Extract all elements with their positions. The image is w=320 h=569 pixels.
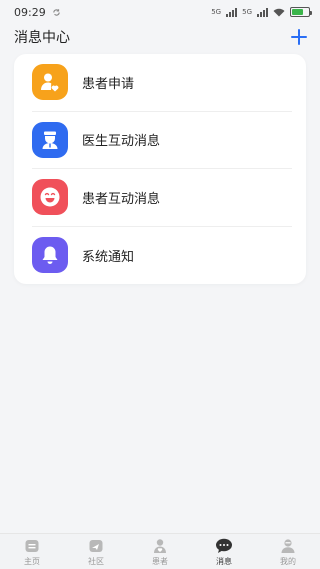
status-left: 09:29 xyxy=(14,6,61,19)
message-item-label: 医生互动消息 xyxy=(82,134,161,150)
header: 消息中心 xyxy=(0,24,320,50)
tab-label: 主页 xyxy=(24,556,40,566)
tab-label: 消息 xyxy=(216,556,232,566)
tab-community[interactable]: 社区 xyxy=(66,537,126,567)
signal-1-icon xyxy=(226,7,238,17)
smile-face-icon xyxy=(32,179,68,216)
message-item-label: 患者申请 xyxy=(82,76,135,92)
signal-1-label: 5G xyxy=(211,8,222,16)
message-item-system-notice[interactable]: 系统通知 xyxy=(32,227,292,285)
message-item-patient-interaction[interactable]: 患者互动消息 xyxy=(32,169,292,227)
clock: 09:29 xyxy=(14,5,46,19)
message-list: 患者申请 医生互动消息 患者互动消息 系统通知 xyxy=(14,54,306,284)
chat-icon xyxy=(215,537,233,555)
home-icon xyxy=(23,537,41,555)
tab-bar: 主页 社区 患者 消息 我的 xyxy=(0,533,320,569)
add-button[interactable] xyxy=(290,28,308,46)
bell-icon xyxy=(32,237,68,274)
tab-patient[interactable]: 患者 xyxy=(130,537,190,567)
doctor-icon xyxy=(32,121,68,158)
tab-label: 患者 xyxy=(152,556,168,566)
battery-icon xyxy=(290,7,312,17)
tab-messages[interactable]: 消息 xyxy=(194,537,254,567)
status-bar: 09:29 5G 5G xyxy=(0,0,320,24)
message-item-label: 患者互动消息 xyxy=(82,191,161,207)
tab-profile[interactable]: 我的 xyxy=(258,537,318,567)
profile-icon xyxy=(279,537,297,555)
patient-icon xyxy=(151,537,169,555)
page-title: 消息中心 xyxy=(14,30,70,46)
message-item-patient-request[interactable]: 患者申请 xyxy=(32,54,292,112)
status-right: 5G 5G xyxy=(211,7,312,17)
tab-home[interactable]: 主页 xyxy=(2,537,62,567)
message-item-label: 系统通知 xyxy=(82,249,135,265)
sync-icon xyxy=(52,8,60,16)
patient-request-icon xyxy=(32,64,68,101)
signal-2-label: 5G xyxy=(242,8,252,16)
community-icon xyxy=(87,537,105,555)
signal-2-icon xyxy=(257,7,268,17)
tab-label: 我的 xyxy=(280,556,296,566)
wifi-icon xyxy=(273,8,285,16)
tab-label: 社区 xyxy=(88,556,104,566)
message-item-doctor-interaction[interactable]: 医生互动消息 xyxy=(32,112,292,169)
